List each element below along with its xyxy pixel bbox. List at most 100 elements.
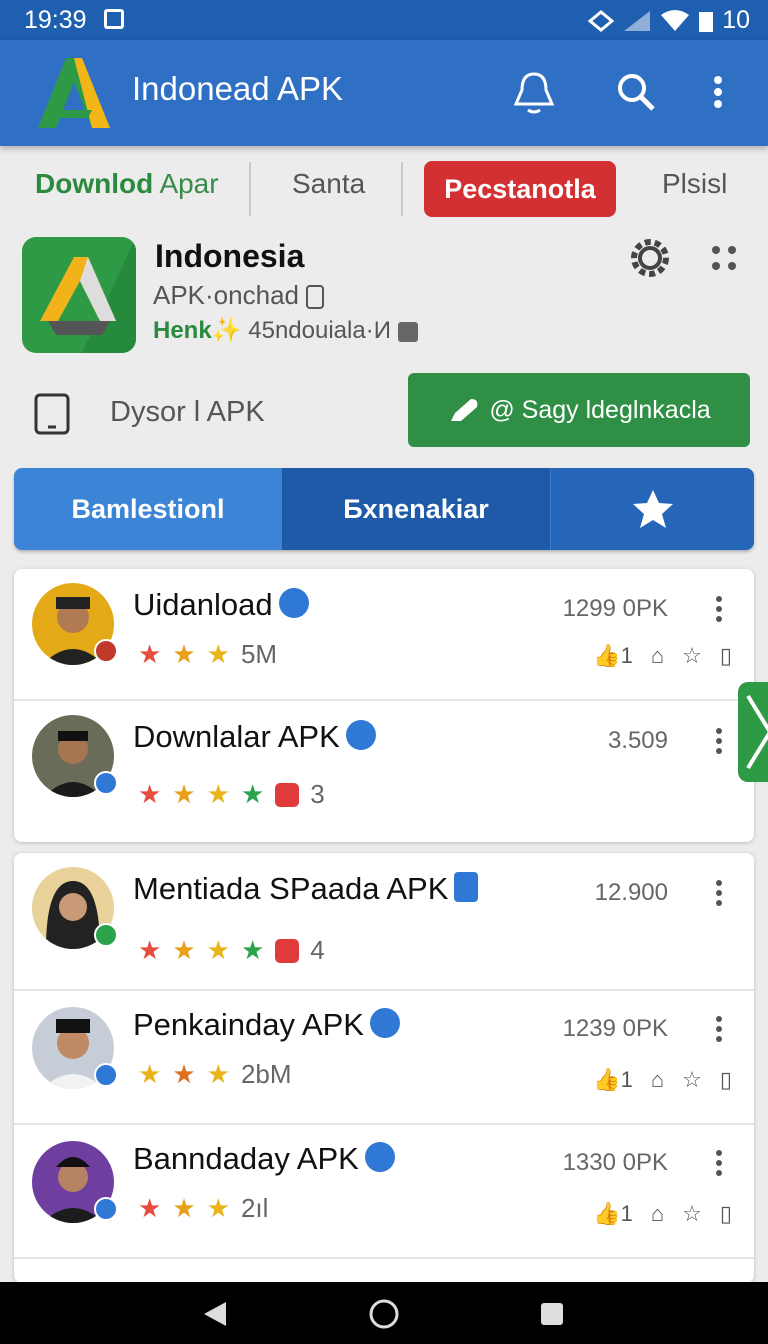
list-item[interactable]: Banndaday APK 1330 0PK ★ ★ ★ 2ıl 👍1 ⌂ ☆ ▯: [14, 1125, 754, 1259]
item-count: 1299 0PK: [562, 595, 668, 622]
item-title: Downlalar APK: [133, 719, 376, 755]
bell-icon: [513, 72, 555, 114]
like-button[interactable]: 👍1: [593, 1201, 633, 1227]
kebab-icon[interactable]: [714, 1149, 724, 1177]
star-icon: ★: [206, 1059, 230, 1089]
item-title: Uidanload: [133, 587, 309, 623]
kebab-icon[interactable]: [714, 727, 724, 755]
battery-level: 10: [722, 6, 750, 34]
star-icon: ★: [138, 779, 162, 809]
item-actions: 👍1 ⌂ ☆ ▯: [593, 1201, 732, 1227]
grid-dots-icon[interactable]: [710, 244, 738, 272]
star-icon: ★: [138, 1059, 162, 1089]
shirt-icon[interactable]: ⌂: [651, 1067, 664, 1093]
star-outline-icon[interactable]: ☆: [682, 643, 702, 669]
search-icon: [618, 74, 655, 111]
shirt-icon[interactable]: ⌂: [651, 643, 664, 669]
app-title: Indonead APK: [132, 70, 344, 107]
rating: ★ ★ ★ ★ 4: [138, 935, 325, 966]
device-label: Dysor l APK: [110, 396, 265, 428]
app-subtitle-text: APK·onchad: [153, 280, 299, 310]
search-button[interactable]: [610, 66, 662, 118]
list-card: Uidanload 1299 0PK ★ ★ ★ 5M 👍1 ⌂ ☆ ▯ Downl…: [14, 569, 754, 842]
app-meta: Henk✨ 45ndouiala·И: [153, 316, 418, 345]
star-icon: ★: [172, 779, 196, 809]
item-title-text: Banndaday APK: [133, 1141, 359, 1176]
side-drawer-handle[interactable]: [738, 682, 768, 782]
like-button[interactable]: 👍1: [593, 1067, 633, 1093]
verified-badge: [94, 639, 118, 663]
gear-icon[interactable]: [628, 236, 672, 280]
more-options-button[interactable]: [692, 66, 744, 118]
item-actions: 👍1 ⌂ ☆ ▯: [593, 643, 732, 669]
lock-icon: [306, 285, 325, 310]
verified-icon: [278, 587, 309, 618]
list-item[interactable]: Penkainday APK 1239 0PK ★ ★ ★ 2bM 👍1 ⌂ ☆ ▯: [14, 991, 754, 1125]
item-title: Penkainday APK: [133, 1007, 400, 1043]
list-card: Mentiada SPaada APK 12.900 ★ ★ ★ ★ 4 Penkai…: [14, 853, 754, 1283]
like-count: 1: [620, 1201, 633, 1226]
list-item[interactable]: Mentiada SPaada APK 12.900 ★ ★ ★ ★ 4: [14, 853, 754, 991]
list-item[interactable]: Downlalar APK 3.509 ★ ★ ★ ★ 3: [14, 701, 754, 842]
item-title-text: Uidanload: [133, 587, 273, 622]
rating: ★ ★ ★ 2ıl: [138, 1193, 268, 1224]
tab-one[interactable]: Bamlestionl: [14, 468, 282, 550]
verified-badge: [94, 1197, 118, 1221]
home-icon[interactable]: [368, 1298, 400, 1330]
kebab-icon[interactable]: [714, 1015, 724, 1043]
item-title: Mentiada SPaada APK: [133, 871, 479, 907]
download-button[interactable]: @ Sagy ldeglnkacla: [408, 373, 750, 447]
recents-icon[interactable]: [540, 1302, 564, 1326]
star-outline-icon[interactable]: ☆: [682, 1067, 702, 1093]
tablet-icon: [34, 393, 70, 435]
item-title: Banndaday APK: [133, 1141, 395, 1177]
star-icon: ★: [138, 1193, 162, 1223]
divider: [249, 162, 251, 216]
notification-icon: [104, 9, 124, 29]
star-icon: ★: [172, 639, 196, 669]
rating: ★ ★ ★ 5M: [138, 639, 277, 670]
tab-plsisl[interactable]: Plsisl: [662, 168, 727, 200]
tab-active[interactable]: Pecstanotla: [424, 161, 616, 217]
item-title-text: Penkainday APK: [133, 1007, 364, 1042]
kebab-icon: [714, 76, 722, 108]
tab-download-bold: Downlod: [35, 168, 154, 199]
item-count: 1330 0PK: [562, 1149, 668, 1176]
data-saver-icon: [588, 9, 615, 32]
divider: [401, 162, 403, 216]
kebab-icon[interactable]: [714, 879, 724, 907]
like-button[interactable]: 👍1: [593, 643, 633, 669]
tab-two[interactable]: Бxnenakiar: [282, 468, 550, 550]
download-button-label: @ Sagy ldeglnkacla: [489, 395, 711, 424]
signal-icon: [624, 10, 651, 31]
back-icon[interactable]: [202, 1300, 228, 1328]
shirt-icon[interactable]: ⌂: [651, 1201, 664, 1227]
clipboard-icon[interactable]: ▯: [720, 643, 732, 669]
app-icon: [22, 237, 136, 353]
item-count: 1239 0PK: [562, 1015, 668, 1042]
system-nav-bar: [0, 1282, 768, 1344]
star-outline-icon[interactable]: ☆: [682, 1201, 702, 1227]
star-icon: [632, 490, 673, 528]
kebab-icon[interactable]: [714, 595, 724, 623]
app-meta-text: 45ndouiala·И: [248, 317, 391, 344]
item-actions: 👍1 ⌂ ☆ ▯: [593, 1067, 732, 1093]
star-icon: ★: [206, 1193, 230, 1223]
tab-favorites[interactable]: [550, 468, 754, 550]
notification-bell-button[interactable]: [508, 66, 560, 118]
tab-santa[interactable]: Santa: [292, 168, 365, 200]
status-time: 19:39: [24, 6, 87, 34]
top-navigation: Downlod Apar Santa Plsisl: [0, 158, 768, 220]
rating-text: 2bM: [240, 1059, 292, 1089]
clipboard-icon[interactable]: ▯: [720, 1067, 732, 1093]
tag-icon: [275, 938, 300, 963]
verified-badge: [94, 923, 118, 947]
pencil-icon: [451, 399, 478, 421]
app-icon-graphic: [40, 237, 136, 353]
tab-download[interactable]: Downlod Apar: [35, 168, 219, 200]
list-item[interactable]: Uidanload 1299 0PK ★ ★ ★ 5M 👍1 ⌂ ☆ ▯: [14, 569, 754, 701]
star-icon: ★: [138, 639, 162, 669]
rating-text: 5M: [240, 639, 278, 669]
clipboard-icon[interactable]: ▯: [720, 1201, 732, 1227]
verified-badge: [94, 1063, 118, 1087]
